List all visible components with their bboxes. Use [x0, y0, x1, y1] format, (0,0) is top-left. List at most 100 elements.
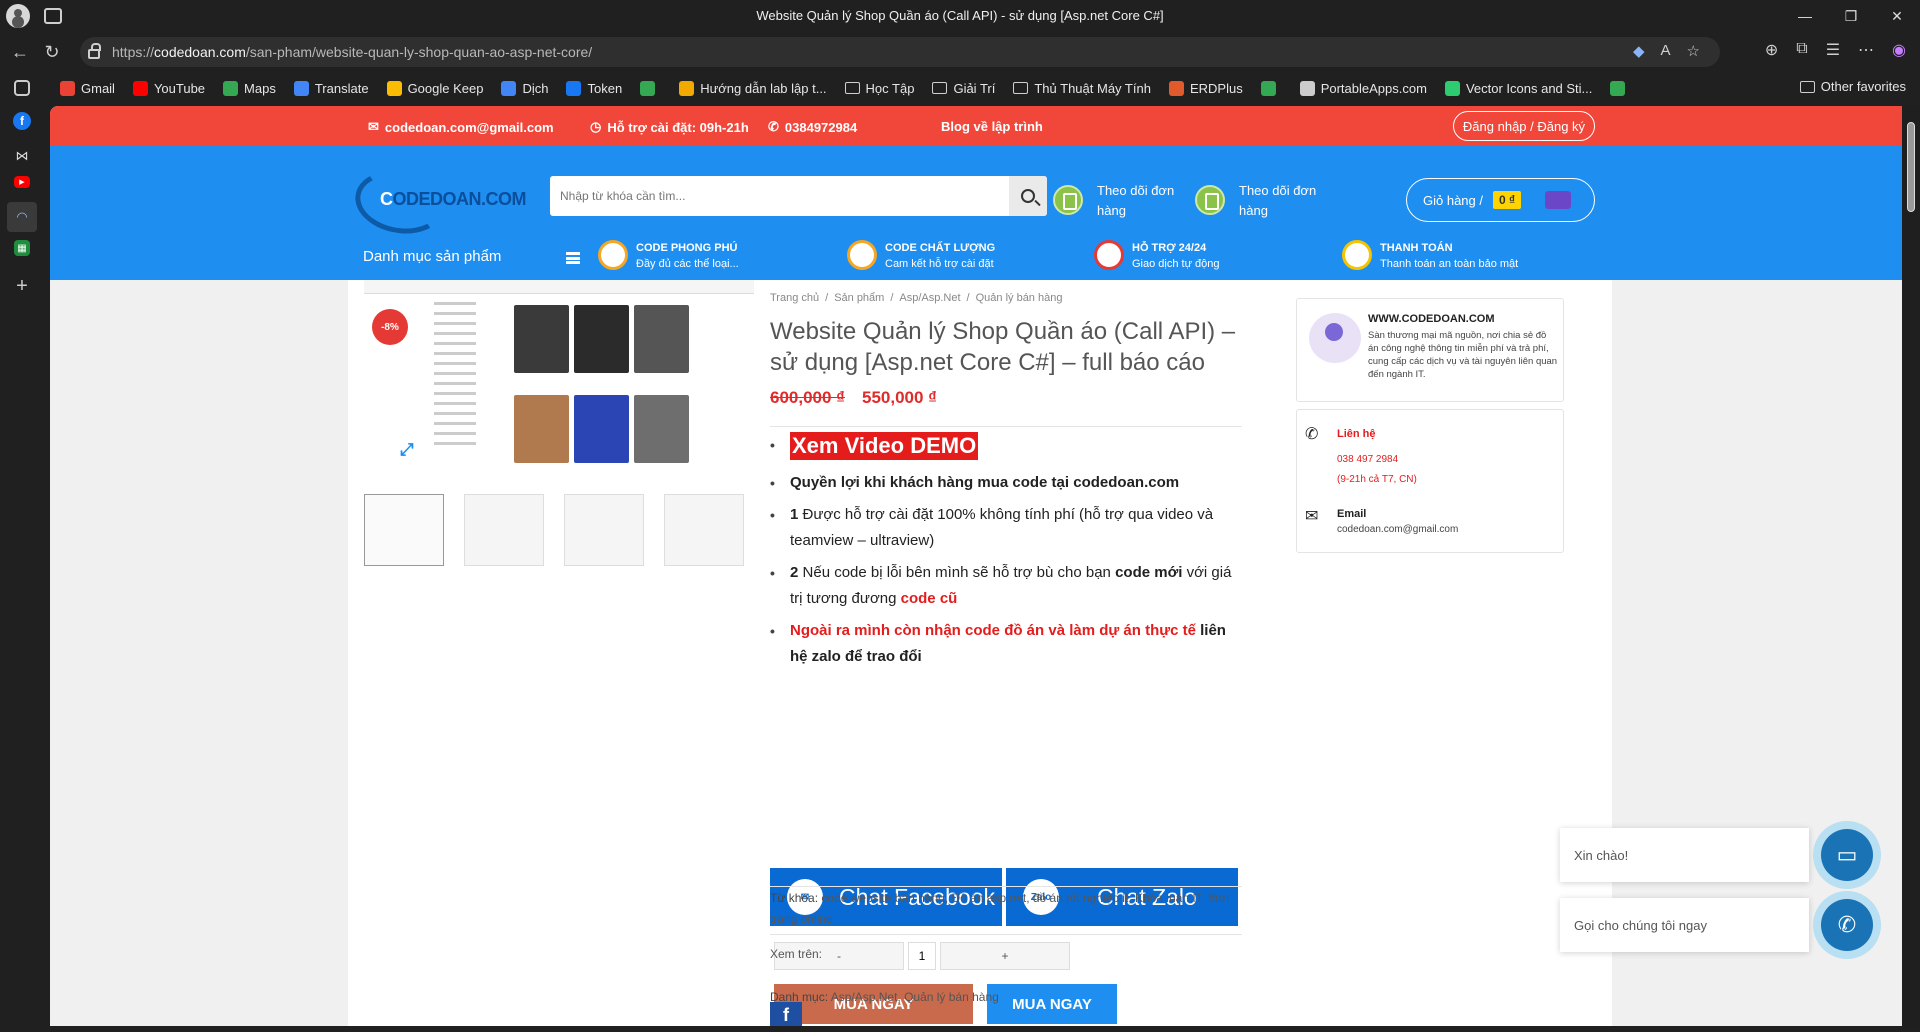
gallery-thumb[interactable]: [464, 494, 544, 566]
buy-now-button-2[interactable]: MUA NGAY: [987, 984, 1117, 1024]
bookmark-item[interactable]: [1610, 80, 1631, 96]
bookmark-item[interactable]: Token: [566, 80, 622, 96]
bookmark-item[interactable]: Thủ Thuật Máy Tính: [1013, 81, 1151, 96]
sidebar-tabs-icon[interactable]: [14, 80, 30, 96]
url-text[interactable]: https://codedoan.com/san-pham/website-qu…: [112, 44, 592, 60]
favorite-star-icon[interactable]: ☆: [1687, 42, 1700, 60]
bookmark-item[interactable]: Maps: [223, 80, 276, 96]
qty-plus-button[interactable]: +: [940, 942, 1070, 970]
breadcrumb-link[interactable]: Quản lý bán hàng: [976, 292, 1063, 304]
close-icon[interactable]: ✕: [1874, 0, 1920, 32]
feature-payment: THANH TOÁN Thanh toán an toàn bảo mật: [1342, 240, 1518, 272]
gallery-thumb[interactable]: [564, 494, 644, 566]
breadcrumb-separator: /: [890, 292, 894, 304]
refresh-icon[interactable]: ↻: [40, 40, 64, 64]
order-tracking-1[interactable]: Theo dõi đơn hàng: [1053, 181, 1187, 221]
24h-icon: [1094, 240, 1124, 270]
qty-input[interactable]: 1: [908, 942, 936, 970]
bookmark-item[interactable]: Hướng dẫn lab lập t...: [679, 80, 827, 96]
list-item: Xem Video DEMO: [770, 432, 1242, 462]
phone-24-icon: ✆: [1305, 426, 1319, 443]
menu-list-icon[interactable]: [566, 252, 580, 264]
site-info-icon[interactable]: [80, 37, 108, 67]
window-title: Website Quản lý Shop Quần áo (Call API) …: [756, 8, 1164, 23]
url-bar-icons: ◆ A ☆: [1633, 42, 1700, 60]
facebook-share-icon[interactable]: f: [770, 1002, 802, 1026]
product-thumb-shirt: [574, 305, 629, 373]
bookmark-item[interactable]: YouTube: [132, 80, 205, 96]
bookmark-item[interactable]: Dịch: [501, 80, 548, 96]
email-label: Email: [1337, 508, 1367, 520]
add-icon[interactable]: ⊕: [1765, 40, 1778, 60]
bow-icon[interactable]: ⋈: [10, 144, 34, 168]
chat-widget-button[interactable]: ▭: [1813, 821, 1881, 889]
search-button[interactable]: [1009, 176, 1047, 216]
add-sidebar-icon[interactable]: +: [10, 274, 34, 298]
tag-icon[interactable]: ◆: [1633, 42, 1645, 60]
hello-bubble[interactable]: Xin chào!: [1560, 828, 1809, 882]
cart-button[interactable]: Giỏ hàng / 0 ₫: [1406, 178, 1595, 222]
gallery-thumb[interactable]: [664, 494, 744, 566]
breadcrumb-link[interactable]: Asp/Asp.Net: [899, 292, 960, 304]
favorites-icon[interactable]: ☰: [1826, 40, 1840, 60]
bookmark-item[interactable]: Gmail: [60, 80, 115, 96]
product-thumb-jacket: [514, 395, 569, 463]
bookmark-item[interactable]: Translate: [293, 80, 369, 96]
page-scrollbar[interactable]: [1902, 106, 1920, 1026]
sheets-icon[interactable]: ▦: [14, 240, 30, 256]
minimize-icon[interactable]: —: [1782, 0, 1828, 32]
call-bubble[interactable]: Gọi cho chúng tôi ngay: [1560, 898, 1809, 952]
read-aloud-icon[interactable]: A: [1661, 42, 1671, 60]
maximize-icon[interactable]: ❐: [1828, 0, 1874, 32]
topbar-email[interactable]: ✉ codedoan.com@gmail.com: [368, 119, 554, 135]
browser-titlebar: Website Quản lý Shop Quần áo (Call API) …: [0, 0, 1920, 32]
scrollbar-thumb[interactable]: [1907, 122, 1915, 212]
bookmark-icon: [1610, 80, 1626, 96]
bookmark-item[interactable]: [1260, 80, 1282, 96]
more-icon[interactable]: ⋯: [1858, 40, 1874, 60]
gallery-thumb[interactable]: [364, 494, 444, 566]
bookmark-item[interactable]: Học Tập: [844, 81, 914, 96]
bookmark-item[interactable]: Google Keep: [386, 80, 483, 96]
tag-links[interactable]: code website bán hàng, Đồ án asp.net, đồ…: [770, 891, 1229, 926]
other-favorites[interactable]: Other favorites: [1799, 79, 1906, 94]
bookmark-item[interactable]: Vector Icons and Sti...: [1444, 80, 1592, 96]
login-register-button[interactable]: Đăng nhập / Đăng ký: [1453, 111, 1595, 141]
category-menu[interactable]: Danh mục sản phẩm: [363, 248, 501, 265]
bookmark-icon: [1444, 80, 1460, 96]
toolbar-right: ⊕ ⧉ ☰ ⋯ ◉: [1765, 40, 1906, 60]
site-description: Sàn thương mại mã nguồn, nơi chia sẻ đồ …: [1368, 330, 1558, 380]
active-app-icon[interactable]: ◠: [7, 202, 37, 232]
video-demo-link[interactable]: Xem Video DEMO: [790, 432, 979, 460]
breadcrumb-link[interactable]: Trang chủ: [770, 292, 819, 304]
top-info-bar: ✉ codedoan.com@gmail.com ◷ Hỗ trợ cài đặt:…: [50, 106, 1902, 146]
order-tracking-2[interactable]: Theo dõi đơn hàng: [1195, 181, 1329, 221]
bookmark-item[interactable]: ERDPlus: [1168, 80, 1243, 96]
expand-icon[interactable]: ⤢: [400, 440, 418, 459]
site-logo[interactable]: CODEDOAN.COM: [350, 159, 526, 241]
copilot-icon[interactable]: ◉: [1892, 40, 1906, 60]
back-icon[interactable]: ←: [8, 40, 32, 64]
call-widget-button[interactable]: ✆: [1813, 891, 1881, 959]
search-icon: [1021, 189, 1035, 203]
breadcrumb-separator: /: [966, 292, 970, 304]
bookmark-item[interactable]: PortableApps.com: [1299, 80, 1427, 96]
chat-icon: ▭: [1821, 829, 1873, 881]
extensions-icon[interactable]: ⧉: [1796, 40, 1807, 60]
topbar-blog-link[interactable]: Blog về lập trình: [941, 119, 1043, 134]
buy-now-button[interactable]: MUA NGAY: [774, 984, 973, 1024]
url-bar[interactable]: https://codedoan.com/san-pham/website-qu…: [80, 37, 1720, 67]
breadcrumb-link[interactable]: Sản phẩm: [834, 292, 884, 304]
email-value[interactable]: codedoan.com@gmail.com: [1337, 524, 1458, 535]
breadcrumb-separator: /: [825, 292, 829, 304]
bookmark-item[interactable]: Giải Trí: [932, 81, 995, 96]
product-main-image[interactable]: -8% ⤢: [364, 280, 754, 480]
search-input[interactable]: [550, 176, 990, 216]
contact-phone[interactable]: 038 497 2984: [1337, 454, 1398, 465]
qty-minus-button[interactable]: -: [774, 942, 904, 970]
facebook-icon[interactable]: f: [13, 112, 31, 130]
bookmark-item[interactable]: [640, 80, 661, 96]
topbar-phone[interactable]: ✆ 0384972984: [768, 119, 857, 135]
youtube-icon[interactable]: ▶: [14, 176, 30, 188]
search-box: [550, 176, 1047, 216]
